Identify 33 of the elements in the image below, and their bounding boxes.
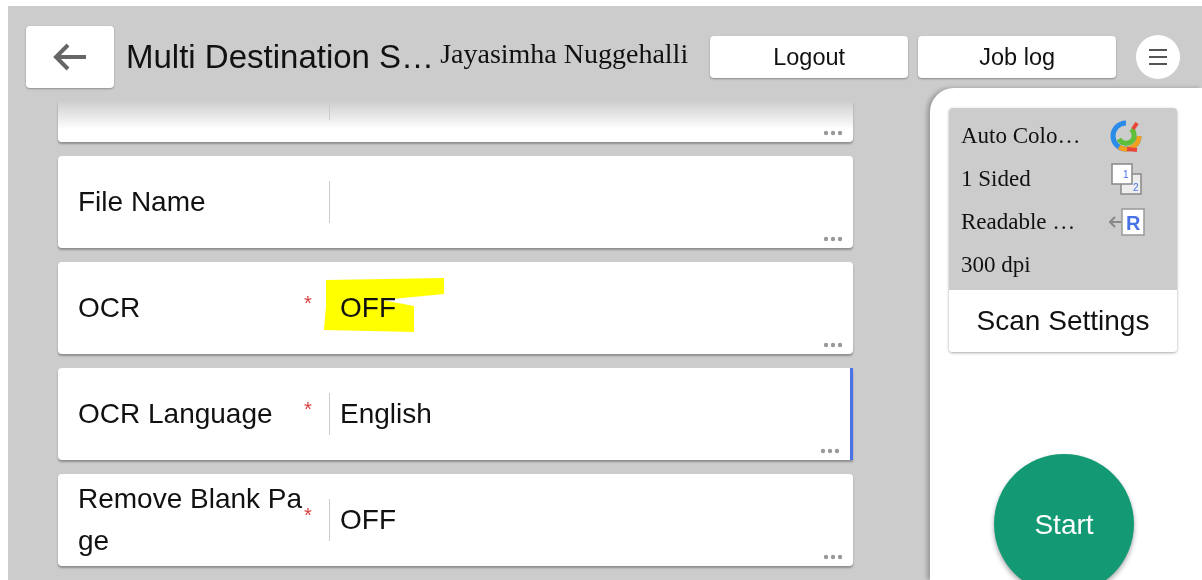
back-arrow-icon <box>52 42 88 72</box>
required-mark: * <box>304 291 313 315</box>
setting-row[interactable]: Remove Blank Page * OFF <box>58 474 853 566</box>
more-icon <box>820 448 840 454</box>
more-icon <box>823 554 843 560</box>
logout-button[interactable]: Logout <box>710 36 909 78</box>
setting-summary-text: 1 Sided <box>961 165 1032 192</box>
setting-summary-text: Auto Colo… <box>961 122 1082 149</box>
menu-icon <box>1148 48 1169 66</box>
setting-summary-text: 300 dpi <box>961 251 1032 278</box>
setting-label: Remove Blank Page <box>78 482 304 558</box>
user-name: Jayasimha Nuggehalli <box>440 38 689 70</box>
required-mark: * <box>304 397 313 421</box>
menu-button[interactable] <box>1136 35 1181 79</box>
setting-value: OFF <box>340 292 396 323</box>
setting-label: OCR <box>78 291 142 325</box>
setting-row[interactable]: File Name <box>58 156 853 248</box>
setting-label: File Name <box>78 185 207 219</box>
back-button[interactable] <box>26 26 114 88</box>
setting-label: OCR Language <box>78 397 274 431</box>
setting-row[interactable]: OCR * OFF <box>58 262 853 354</box>
setting-summary-text: Readable … <box>961 208 1077 235</box>
screen-title: Multi Destination S… <box>126 38 435 76</box>
setting-value: English <box>340 398 432 429</box>
setting-row[interactable]: OCR Language * English <box>58 368 853 460</box>
required-mark: * <box>304 503 313 527</box>
more-icon <box>823 342 843 348</box>
start-button[interactable]: Start <box>994 454 1134 580</box>
setting-value: OFF <box>340 504 396 535</box>
more-icon <box>823 130 843 136</box>
scan-settings-button[interactable]: Scan Settings <box>949 290 1177 352</box>
header-button[interactable]: Job log <box>918 36 1117 78</box>
more-icon <box>823 236 843 242</box>
